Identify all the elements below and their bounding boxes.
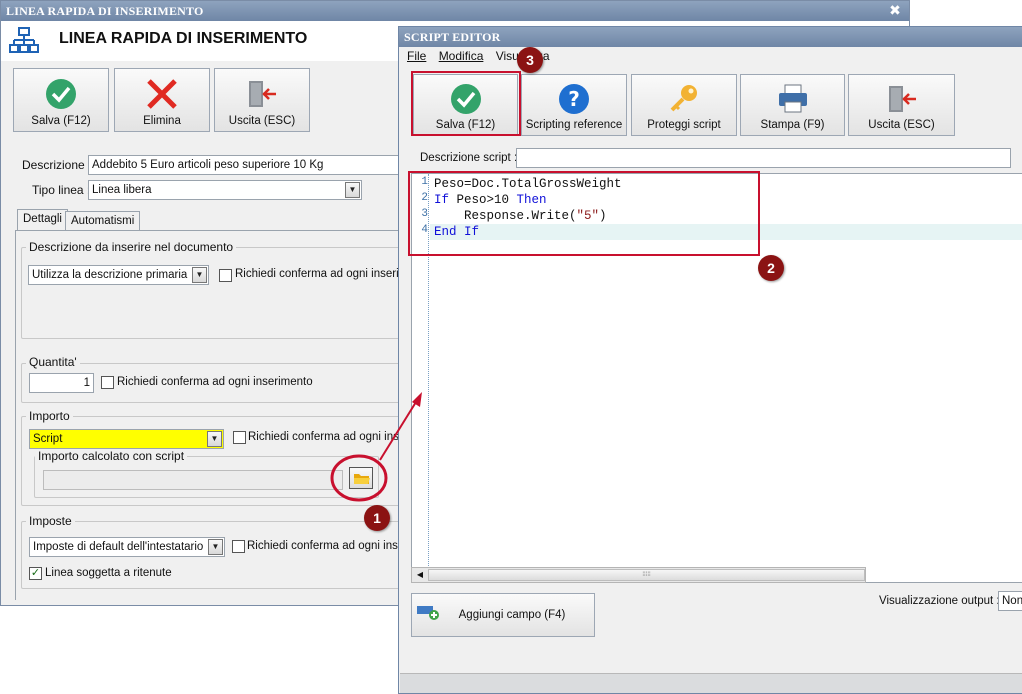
- add-field-button[interactable]: Aggiungi campo (F4): [411, 593, 595, 637]
- tax-select[interactable]: Imposte di default dell'intestatario ▼: [29, 537, 225, 557]
- quantity-confirm-checkbox[interactable]: [101, 376, 114, 389]
- annotation-box-code: [408, 171, 760, 256]
- annotation-arrow-and-circle: [330, 392, 422, 502]
- scripting-reference-button[interactable]: ? Scripting reference: [521, 74, 627, 136]
- delete-button-label: Elimina: [143, 115, 181, 127]
- horizontal-scrollbar[interactable]: ◀ ⁞⁞⁞⁞⁞: [411, 567, 866, 583]
- key-icon: [670, 85, 697, 112]
- amount-mode-value: Script: [33, 433, 63, 445]
- tab-automatismi[interactable]: Automatismi: [65, 211, 141, 230]
- amount-confirm-checkbox[interactable]: [233, 431, 246, 444]
- dropdown-arrow-icon[interactable]: ▼: [208, 539, 223, 555]
- description-source-select[interactable]: Utilizza la descrizione primaria ▼: [28, 265, 209, 285]
- help-question-icon: ?: [559, 84, 589, 114]
- scripting-reference-label: Scripting reference: [525, 119, 623, 131]
- line-type-value: Linea libera: [92, 184, 152, 196]
- amount-group-title: Importo: [26, 409, 73, 423]
- close-icon[interactable]: ✖: [889, 1, 901, 21]
- exit-button[interactable]: Uscita (ESC): [214, 68, 310, 132]
- tax-group-title: Imposte: [26, 514, 75, 528]
- output-label: Visualizzazione output :: [879, 595, 1000, 607]
- output-select[interactable]: Non: [998, 591, 1022, 611]
- status-bar: [400, 673, 1022, 693]
- script-result-field: [43, 470, 343, 490]
- protect-script-label: Proteggi script: [647, 119, 721, 131]
- description-label: Descrizione :: [22, 158, 92, 172]
- script-subgroup-title: Importo calcolato con script: [35, 449, 188, 463]
- scroll-thumb[interactable]: ⁞⁞⁞⁞⁞: [428, 569, 865, 581]
- tab-dettagli[interactable]: Dettagli: [17, 209, 68, 230]
- exit-door-icon: [249, 81, 276, 107]
- annotation-badge-1: 1: [364, 505, 390, 531]
- save-button[interactable]: Salva (F12): [13, 68, 109, 132]
- description-source-value: Utilizza la descrizione primaria: [32, 269, 188, 281]
- exit-button-label: Uscita (ESC): [228, 115, 296, 127]
- tax-confirm-checkbox[interactable]: [232, 540, 245, 553]
- editor-titlebar: SCRIPT EDITOR: [399, 27, 1022, 47]
- menu-modifica[interactable]: Modifica: [439, 49, 484, 63]
- description-group-title: Descrizione da inserire nel documento: [26, 240, 237, 254]
- quantity-group-title: Quantita': [26, 355, 80, 369]
- quantity-confirm-label: Richiedi conferma ad ogni inserimento: [117, 376, 313, 388]
- protect-script-button[interactable]: Proteggi script: [631, 74, 737, 136]
- dropdown-arrow-icon[interactable]: ▼: [345, 182, 360, 198]
- checkmark-icon: [46, 79, 76, 109]
- exit-door-icon: [888, 86, 916, 112]
- page-title: LINEA RAPIDA DI INSERIMENTO: [59, 30, 308, 47]
- hierarchy-icon: [9, 27, 39, 53]
- annotation-badge-3: 3: [517, 47, 543, 73]
- print-button-label: Stampa (F9): [760, 119, 825, 131]
- annotation-box-save: [411, 71, 521, 136]
- add-field-label: Aggiungi campo (F4): [458, 609, 566, 621]
- annotation-badge-2: 2: [758, 255, 784, 281]
- description-group: [21, 247, 421, 339]
- delete-x-icon: [147, 79, 177, 109]
- window-titlebar: LINEA RAPIDA DI INSERIMENTO ✖: [1, 1, 909, 21]
- menu-file[interactable]: File: [407, 49, 426, 63]
- tax-select-value: Imposte di default dell'intestatario: [33, 541, 204, 553]
- quantity-input[interactable]: 1: [29, 373, 94, 393]
- withholding-label: Linea soggetta a ritenute: [45, 567, 172, 579]
- print-button[interactable]: Stampa (F9): [740, 74, 845, 136]
- editor-title: SCRIPT EDITOR: [404, 30, 501, 44]
- window-title: LINEA RAPIDA DI INSERIMENTO: [6, 4, 204, 18]
- delete-button[interactable]: Elimina: [114, 68, 210, 132]
- scroll-left-arrow-icon[interactable]: ◀: [414, 569, 426, 581]
- editor-exit-label: Uscita (ESC): [868, 119, 935, 131]
- amount-mode-select[interactable]: Script ▼: [29, 429, 224, 449]
- dropdown-arrow-icon[interactable]: ▼: [192, 267, 207, 283]
- line-type-label: Tipo linea :: [32, 183, 91, 197]
- editor-exit-button[interactable]: Uscita (ESC): [848, 74, 955, 136]
- dropdown-arrow-icon[interactable]: ▼: [207, 431, 222, 447]
- withholding-checkbox[interactable]: ✓: [29, 567, 42, 580]
- description-confirm-checkbox[interactable]: [219, 269, 232, 282]
- line-type-select[interactable]: Linea libera ▼: [88, 180, 362, 200]
- save-button-label: Salva (F12): [31, 115, 91, 127]
- printer-icon: [778, 84, 807, 113]
- svg-text:?: ?: [568, 87, 580, 111]
- script-description-input[interactable]: [516, 148, 1011, 168]
- script-description-label: Descrizione script :: [420, 152, 518, 164]
- menu-bar: File Modifica Visualizza: [399, 47, 1022, 66]
- description-input[interactable]: Addebito 5 Euro articoli peso superiore …: [88, 155, 408, 175]
